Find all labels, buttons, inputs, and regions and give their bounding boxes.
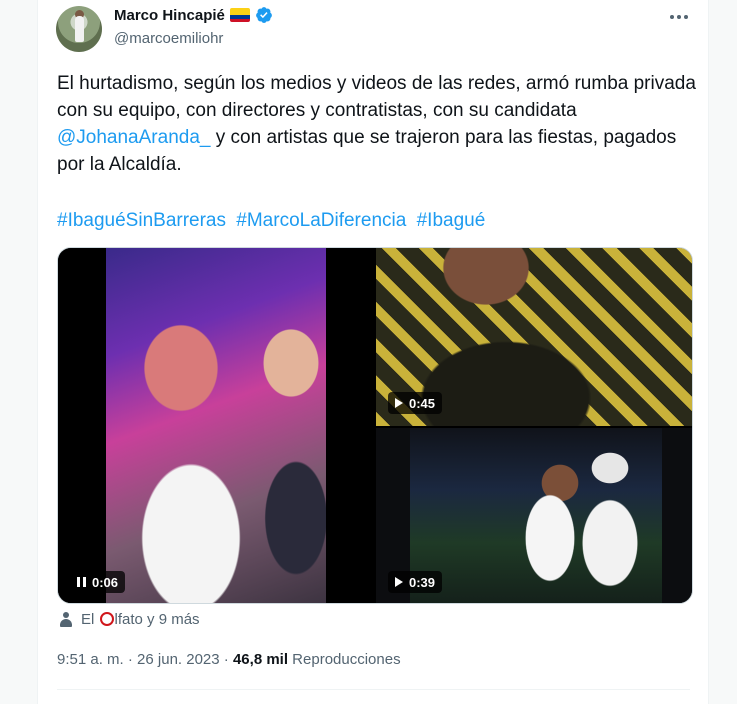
video-frame-3 (410, 428, 662, 603)
hashtag-link[interactable]: #IbaguéSinBarreras (57, 210, 226, 231)
video-frame-1 (106, 248, 326, 603)
tweet-text: El hurtadismo, según los medios y videos… (57, 70, 697, 178)
video-duration-badge: 0:39 (388, 571, 443, 593)
person-icon (59, 611, 73, 628)
pause-icon[interactable] (77, 577, 86, 587)
meta-separator: · (123, 651, 138, 668)
more-options-icon[interactable] (668, 8, 690, 26)
colombia-flag-icon (229, 8, 250, 22)
media-grid: 0:06 0:45 0:39 (57, 247, 693, 604)
tagged-users-label: El lfato y 9 más (81, 611, 200, 628)
author-avatar[interactable] (56, 6, 102, 52)
red-circle-icon (99, 612, 114, 626)
views-label: Reproducciones (288, 651, 401, 668)
video-duration-badge: 0:45 (388, 392, 443, 414)
tweet-text-part-1: El hurtadismo, según los medios y videos… (57, 73, 696, 121)
play-icon[interactable] (395, 577, 403, 587)
tweet-card: Marco Hincapié @marcoemiliohr El hurtadi… (37, 0, 709, 704)
tweet-date[interactable]: 26 jun. 2023 (137, 651, 220, 668)
author-name-row: Marco Hincapié (114, 6, 273, 24)
tweet-meta: 9:51 a. m. · 26 jun. 2023 · 46,8 mil Rep… (57, 651, 401, 668)
hashtag-link[interactable]: #Ibagué (417, 210, 486, 231)
tagged-suffix: lfato y 9 más (114, 611, 200, 628)
video-duration: 0:39 (409, 574, 436, 590)
video-thumbnail-1[interactable]: 0:06 (58, 248, 374, 603)
video-duration: 0:06 (92, 574, 119, 590)
hashtag-link[interactable]: #MarcoLaDiferencia (236, 210, 406, 231)
verified-badge-icon (255, 7, 272, 23)
avatar-figure (75, 16, 84, 42)
play-icon[interactable] (395, 398, 403, 408)
video-duration: 0:45 (409, 395, 436, 411)
tagged-users[interactable]: El lfato y 9 más (59, 611, 200, 628)
author-name[interactable]: Marco Hincapié (114, 7, 225, 24)
mention-link[interactable]: @JohanaAranda_ (57, 127, 210, 148)
video-thumbnail-2[interactable]: 0:45 (376, 248, 692, 426)
divider (57, 689, 690, 690)
tagged-prefix: El (81, 611, 99, 628)
video-thumbnail-3[interactable]: 0:39 (376, 428, 692, 603)
video-duration-badge: 0:06 (70, 571, 126, 593)
meta-separator: · (219, 651, 233, 668)
views-count: 46,8 mil (232, 651, 289, 668)
author-handle[interactable]: @marcoemiliohr (114, 30, 223, 47)
hashtag-list: #IbaguéSinBarreras #MarcoLaDiferencia #I… (57, 207, 490, 234)
tweet-time[interactable]: 9:51 a. m. (57, 651, 124, 668)
